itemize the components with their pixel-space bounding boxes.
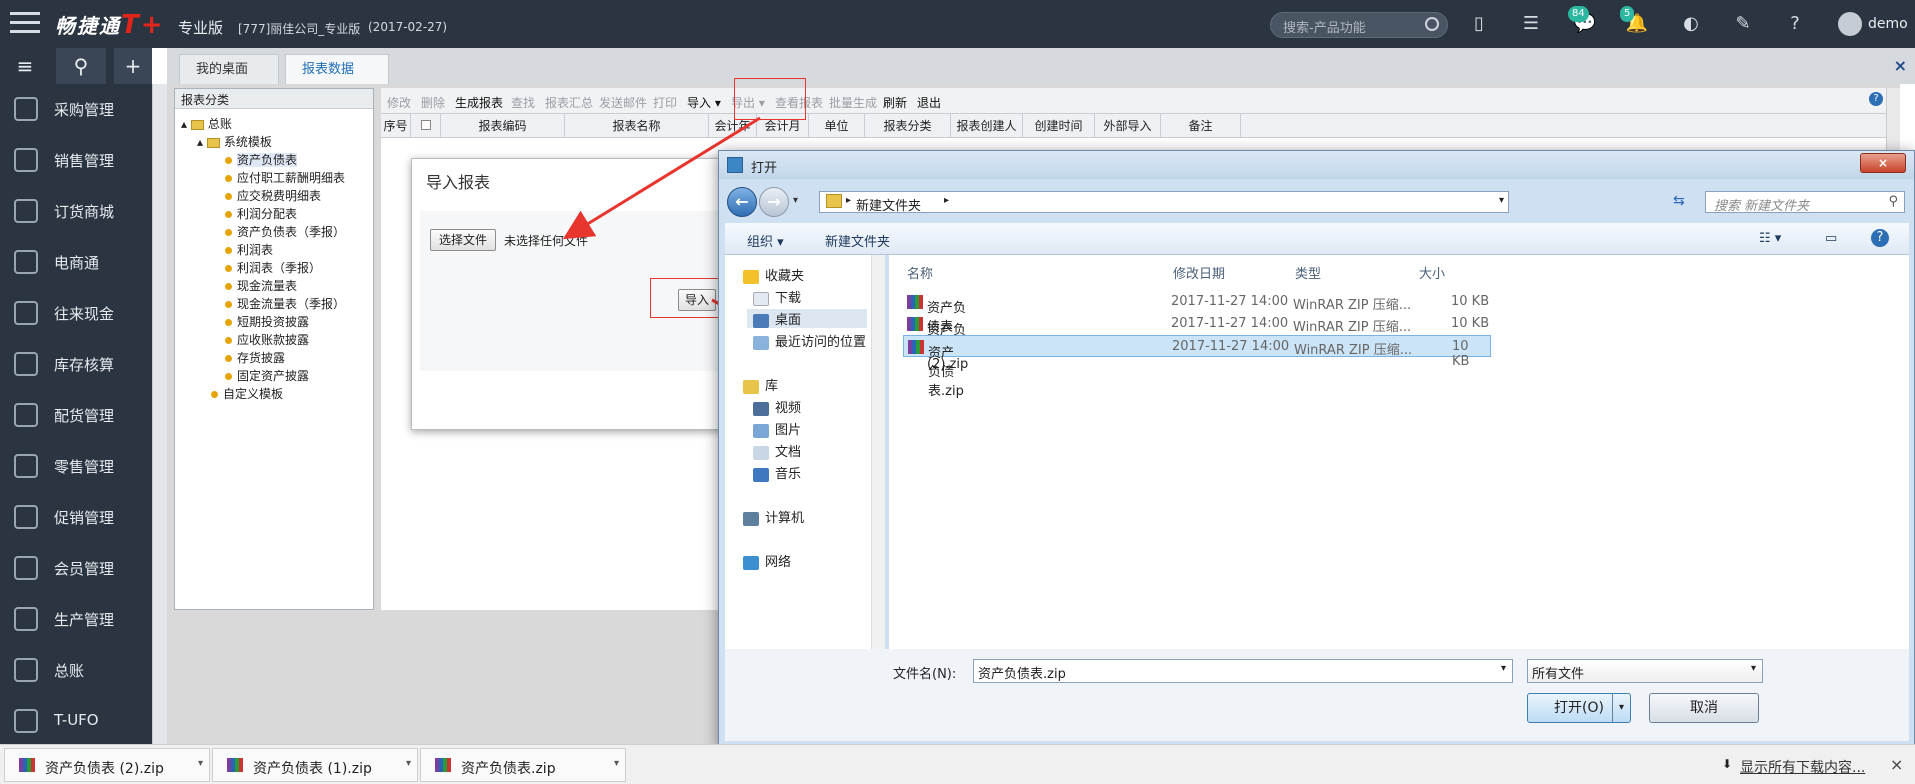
col-name-header[interactable]: 名称 — [907, 263, 933, 282]
nav-documents[interactable]: 文档 — [753, 441, 801, 460]
nav-desktop[interactable]: 桌面 — [747, 309, 867, 328]
folder-icon — [826, 194, 842, 208]
cancel-button[interactable]: 取消 — [1649, 693, 1759, 723]
nav-computer[interactable]: 计算机 — [743, 507, 804, 526]
open-file-dialog: 打开 × ← → ▾ ▸ 新建文件夹 ▸ ▾ ⇆ 搜索 新建文件夹 ⚲ 组织 ▾ … — [718, 150, 1915, 748]
nav-downloads[interactable]: 下载 — [753, 287, 801, 306]
zip-file-icon — [908, 339, 924, 354]
desktop-icon — [753, 313, 769, 328]
help-icon[interactable]: ? — [1871, 229, 1889, 247]
open-button[interactable]: 打开(O) ▾ — [1527, 693, 1631, 723]
refresh-icon[interactable]: ⇆ — [1673, 193, 1685, 209]
download-menu-icon[interactable]: ▾ — [614, 758, 619, 769]
computer-icon — [743, 511, 759, 526]
download-item[interactable]: 资产负债表 (2).zip ▾ — [4, 748, 210, 782]
back-arrow-icon[interactable]: ← — [727, 187, 757, 217]
filetype-dropdown-icon[interactable]: ▾ — [1751, 663, 1756, 674]
show-all-downloads-link[interactable]: 显示所有下载内容... — [1740, 757, 1865, 777]
dialog-titlebar: 打开 × — [719, 151, 1914, 179]
breadcrumb: 新建文件夹 — [856, 199, 922, 214]
nav-pane-scrollbar[interactable] — [871, 255, 885, 649]
dialog-app-icon — [727, 157, 743, 173]
nav-favorites[interactable]: 收藏夹 — [743, 265, 804, 284]
download-menu-icon[interactable]: ▾ — [198, 758, 203, 769]
downloads-icon — [753, 291, 769, 306]
nav-music[interactable]: 音乐 — [753, 463, 801, 482]
history-dropdown-icon[interactable]: ▾ — [793, 195, 798, 206]
breadcrumb-arrow-icon: ▸ — [846, 195, 852, 206]
col-date-header[interactable]: 修改日期 — [1173, 263, 1225, 282]
zip-file-icon — [19, 758, 35, 772]
command-bar: 组织 ▾ 新建文件夹 ☷ ▾ ▭ ? — [725, 223, 1909, 255]
library-icon — [743, 379, 759, 394]
nav-network[interactable]: 网络 — [743, 551, 791, 570]
new-folder-button[interactable]: 新建文件夹 — [825, 231, 890, 250]
nav-pictures[interactable]: 图片 — [753, 419, 801, 438]
view-options-icon[interactable]: ☷ ▾ — [1759, 231, 1781, 246]
download-arrow-icon: ⬇ — [1722, 757, 1733, 771]
search-icon: ⚲ — [1888, 194, 1898, 209]
folder-search-input[interactable]: 搜索 新建文件夹 ⚲ — [1705, 191, 1905, 214]
breadcrumb-arrow-icon: ▸ — [944, 195, 950, 206]
address-dropdown-icon[interactable]: ▾ — [1499, 195, 1504, 206]
file-list: 名称 修改日期 类型 大小 资产负债表 (1).zip 2017-11-27 1… — [889, 255, 1909, 649]
nav-libraries[interactable]: 库 — [743, 375, 778, 394]
filename-label: 文件名(N): — [893, 667, 957, 682]
music-icon — [753, 467, 769, 482]
zip-file-icon — [435, 758, 451, 772]
col-type-header[interactable]: 类型 — [1295, 263, 1321, 282]
col-size-header[interactable]: 大小 — [1419, 263, 1445, 282]
documents-icon — [753, 445, 769, 460]
filetype-select[interactable]: 所有文件 ▾ — [1527, 659, 1763, 683]
download-menu-icon[interactable]: ▾ — [406, 758, 411, 769]
dialog-close-button[interactable]: × — [1860, 153, 1906, 173]
nav-recent[interactable]: 最近访问的位置 — [753, 331, 866, 350]
zip-file-icon — [907, 294, 923, 309]
file-row[interactable]: 资产负债表 (1).zip 2017-11-27 14:00 WinRAR ZI… — [903, 291, 1491, 350]
download-shelf: 资产负债表 (2).zip ▾ 资产负债表 (1).zip ▾ 资产负债表.zip ▾… — [0, 744, 1915, 784]
zip-file-icon — [907, 316, 923, 331]
network-icon — [743, 555, 759, 570]
file-row[interactable]: 资产负债表 (2).zip 2017-11-27 14:00 WinRAR ZI… — [903, 313, 1491, 372]
zip-file-icon — [227, 758, 243, 772]
pictures-icon — [753, 423, 769, 438]
download-item[interactable]: 资产负债表 (1).zip ▾ — [212, 748, 418, 782]
recent-places-icon — [753, 335, 769, 350]
filename-input[interactable]: 资产负债表.zip ▾ — [973, 659, 1513, 683]
star-icon — [743, 269, 759, 284]
open-options-icon[interactable]: ▾ — [1612, 694, 1630, 722]
close-shelf-icon[interactable]: × — [1890, 755, 1903, 774]
download-item[interactable]: 资产负债表.zip ▾ — [420, 748, 626, 782]
dialog-title: 打开 — [751, 161, 778, 176]
forward-arrow-icon[interactable]: → — [759, 187, 789, 217]
video-icon — [753, 401, 769, 416]
address-bar[interactable]: ▸ 新建文件夹 ▸ ▾ — [819, 191, 1509, 214]
filename-dropdown-icon[interactable]: ▾ — [1501, 663, 1506, 674]
file-row-selected[interactable]: 资产负债表.zip 2017-11-27 14:00 WinRAR ZIP 压缩… — [903, 335, 1491, 399]
organize-menu[interactable]: 组织 ▾ — [747, 231, 784, 250]
navigation-pane: 收藏夹 下载 桌面 最近访问的位置 库 视频 图片 文档 音乐 计算机 网络 — [725, 255, 885, 649]
nav-videos[interactable]: 视频 — [753, 397, 801, 416]
preview-pane-icon[interactable]: ▭ — [1825, 231, 1837, 246]
